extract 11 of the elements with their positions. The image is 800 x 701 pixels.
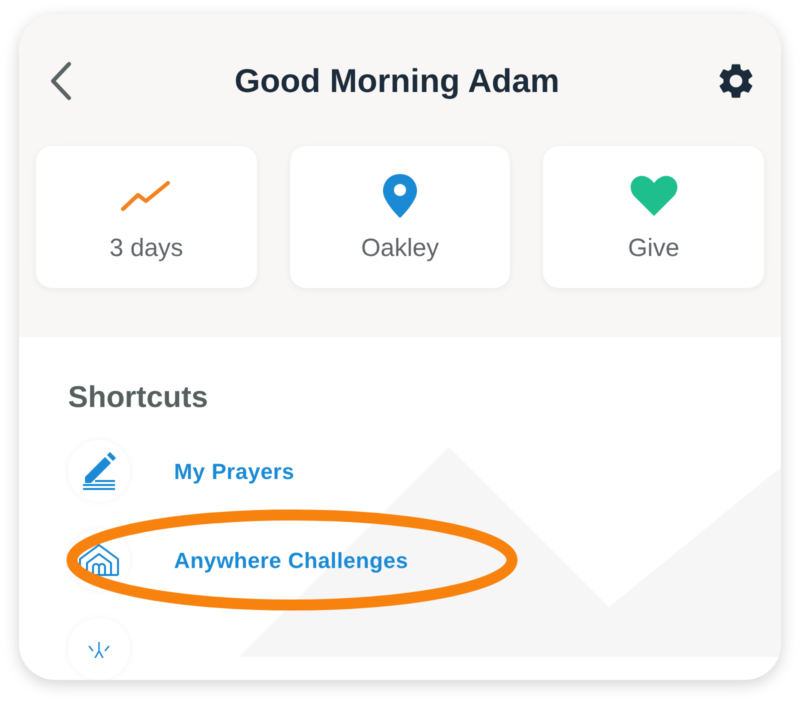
section-heading: Shortcuts <box>68 380 210 416</box>
shortcut-link[interactable]: My Prayers <box>174 454 294 488</box>
map-pin-icon <box>381 172 419 220</box>
shortcut-tile[interactable]: Oakley <box>290 146 510 288</box>
shortcut-tile[interactable]: Give <box>543 146 764 288</box>
trend-line-icon <box>120 178 172 213</box>
heart-icon <box>628 174 679 218</box>
shortcut-link[interactable]: Anywhere Challenges <box>174 544 408 576</box>
shortcut-tile[interactable]: 3 days <box>36 146 257 288</box>
house-icon <box>78 543 120 577</box>
screen-title: Good Morning Adam <box>234 61 560 101</box>
